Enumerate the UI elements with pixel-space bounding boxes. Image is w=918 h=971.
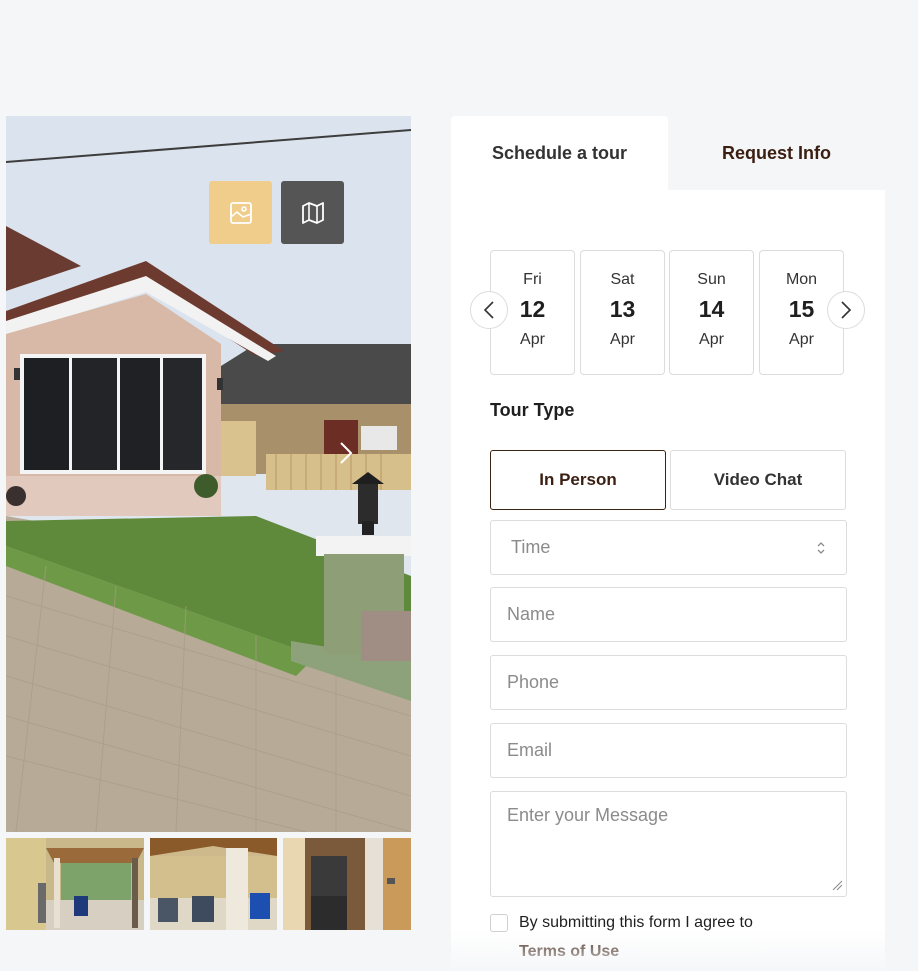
chevron-right-icon	[340, 442, 353, 464]
thumbnail[interactable]	[6, 838, 144, 930]
chevron-left-icon	[483, 301, 494, 319]
schedule-tour-panel: Fri 12 Apr Sat 13 Apr Sun 14 Apr Mon 15 …	[451, 190, 885, 971]
email-input[interactable]	[490, 723, 847, 778]
chevron-right-icon	[841, 301, 852, 319]
dates-next-button[interactable]	[827, 291, 865, 329]
date-day: 13	[609, 296, 636, 322]
thumbnail-strip	[6, 838, 411, 930]
consent-checkbox[interactable]	[490, 914, 508, 932]
in-person-button[interactable]: In Person	[490, 450, 666, 510]
date-month: Apr	[520, 331, 545, 348]
date-month: Apr	[610, 331, 635, 348]
tour-type-label: Tour Type	[490, 400, 575, 420]
map-icon	[301, 201, 324, 224]
date-month: Apr	[789, 331, 814, 348]
property-photo-gallery[interactable]	[6, 116, 411, 832]
select-arrows-icon	[817, 541, 825, 554]
video-chat-button[interactable]: Video Chat	[670, 450, 846, 510]
tab-schedule-tour[interactable]: Schedule a tour	[451, 116, 668, 190]
thumbnail[interactable]	[150, 838, 277, 930]
date-dow: Sun	[697, 271, 726, 288]
date-day: 14	[698, 296, 725, 322]
dates-prev-button[interactable]	[470, 291, 508, 329]
thumb-laundry-room	[283, 838, 411, 930]
date-card-1[interactable]: Sat 13 Apr	[580, 250, 665, 375]
date-card-2[interactable]: Sun 14 Apr	[669, 250, 754, 375]
name-input[interactable]	[490, 587, 847, 642]
gallery-next-button[interactable]	[334, 438, 358, 468]
contact-tabs: Schedule a tour Request Info	[451, 116, 885, 190]
time-select-placeholder: Time	[511, 537, 551, 557]
thumbnail[interactable]	[283, 838, 411, 930]
date-dow: Mon	[785, 271, 818, 288]
message-textarea[interactable]	[490, 791, 847, 897]
thumb-gazebo-yard	[6, 838, 144, 930]
photo-view-button[interactable]	[209, 181, 272, 244]
map-view-button[interactable]	[281, 181, 344, 244]
date-dow: Sat	[610, 271, 635, 288]
resize-grip-icon[interactable]	[831, 879, 843, 891]
terms-of-use-link[interactable]: Terms of Use	[519, 943, 619, 961]
date-month: Apr	[699, 331, 724, 348]
phone-input[interactable]	[490, 655, 847, 710]
thumb-gazebo-chairs	[150, 838, 277, 930]
date-dow: Fri	[523, 271, 542, 288]
photo-icon	[229, 201, 252, 224]
consent-text: By submitting this form I agree to	[519, 914, 753, 931]
time-select[interactable]: Time	[490, 520, 847, 575]
tab-request-info[interactable]: Request Info	[668, 116, 885, 190]
